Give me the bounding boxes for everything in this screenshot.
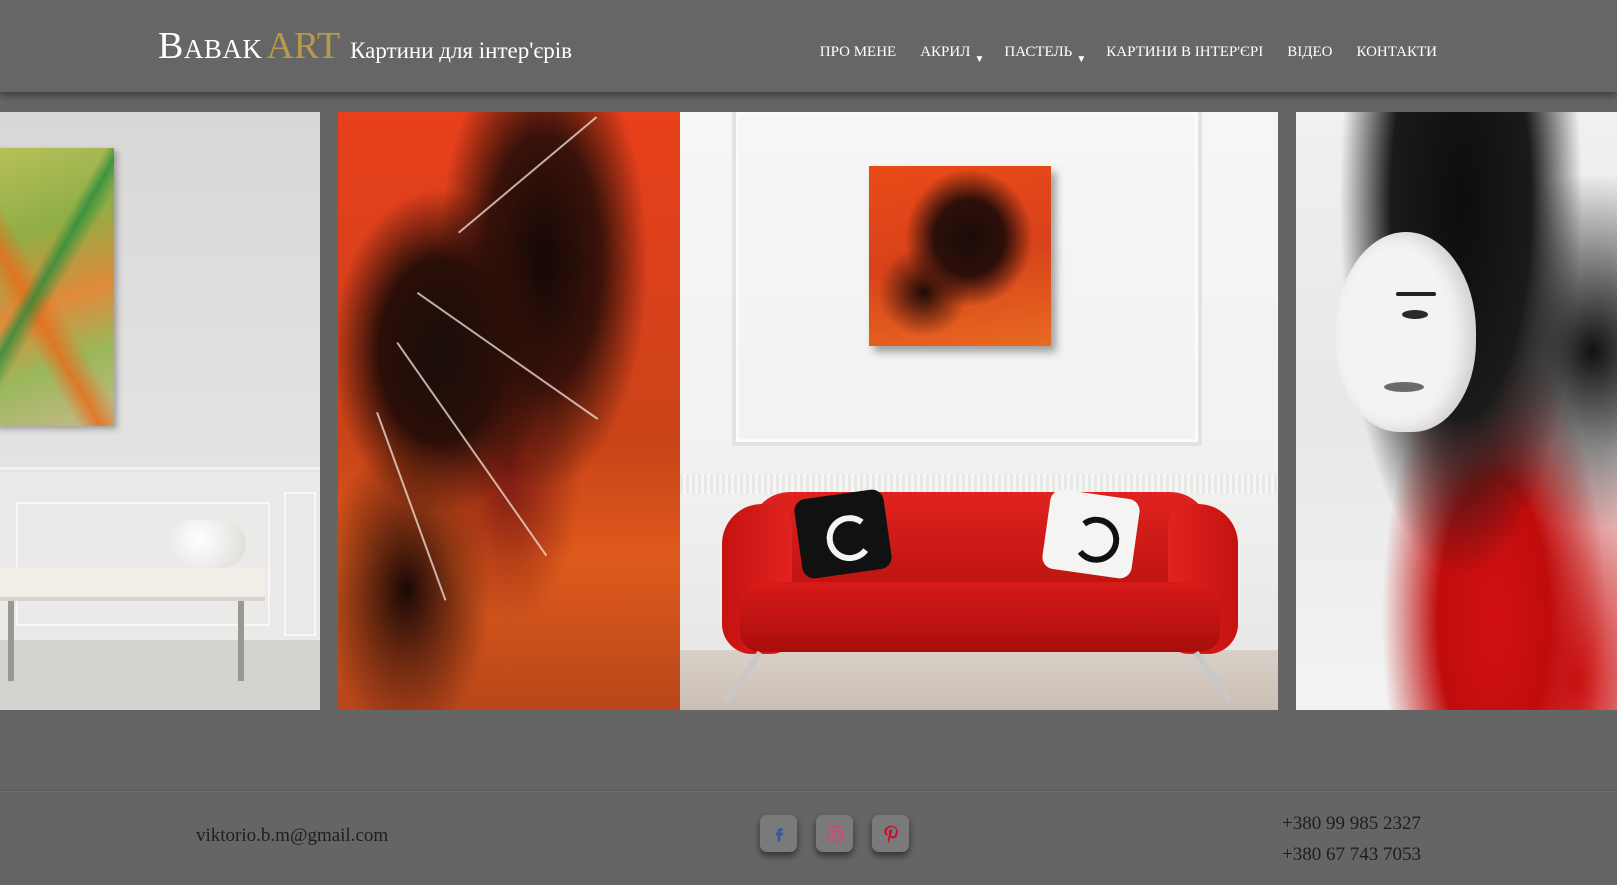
dropdown-caret-icon: ▼ (1076, 54, 1087, 65)
slide-woman-portrait[interactable] (1296, 112, 1617, 710)
main-nav: ПРО МЕНЕ АКРИЛ ▼ ПАСТЕЛЬ ▼ КАРТИНИ В ІНТ… (796, 44, 1437, 65)
paint-streak (458, 116, 598, 234)
wall-molding (0, 467, 320, 470)
instagram-icon (826, 825, 843, 842)
portrait-eye (1402, 310, 1428, 319)
slide-butterfly-painting[interactable] (338, 112, 680, 710)
bench-leg (238, 601, 244, 681)
pinterest-icon (883, 825, 898, 843)
bolster-pillow (168, 520, 246, 568)
wainscoting-panel (284, 492, 316, 636)
nav-item-pastel[interactable]: ПАСТЕЛЬ ▼ (1004, 44, 1086, 65)
sofa-seat (740, 582, 1220, 652)
wainscoting (0, 472, 320, 640)
instagram-button[interactable] (816, 815, 853, 852)
dropdown-caret-icon: ▼ (974, 54, 985, 65)
nav-item-about[interactable]: ПРО МЕНЕ (820, 44, 896, 61)
slide-red-sofa-interior[interactable] (680, 112, 1278, 710)
nav-item-contacts[interactable]: КОНТАКТИ (1356, 44, 1437, 61)
butterfly-painting-small (869, 166, 1051, 346)
paint-streak (416, 292, 599, 420)
site-logo[interactable]: Babak ART Картини для інтер'єрів (158, 24, 572, 68)
facebook-icon (775, 827, 783, 841)
abstract-painting (0, 148, 114, 426)
radiator (680, 474, 1278, 494)
logo-art: ART (266, 25, 341, 67)
nav-item-video[interactable]: ВІДЕО (1287, 44, 1332, 61)
portrait-face (1336, 232, 1476, 432)
bench (0, 567, 265, 601)
portrait-brow (1396, 292, 1436, 296)
facebook-button[interactable] (760, 815, 797, 852)
phone-number[interactable]: +380 67 743 7053 (1282, 839, 1421, 870)
footer-divider (0, 790, 1617, 791)
portrait-lips (1384, 382, 1424, 392)
cushion-black (792, 488, 894, 580)
nav-item-acrylic-label: АКРИЛ (920, 44, 971, 60)
floor (0, 640, 320, 710)
image-slider[interactable] (0, 112, 1617, 710)
nav-item-acrylic[interactable]: АКРИЛ ▼ (920, 44, 984, 65)
floor (680, 650, 1278, 710)
site-header: Babak ART Картини для інтер'єрів ПРО МЕН… (0, 0, 1617, 92)
cushion-white (1040, 488, 1142, 580)
bench-leg (8, 601, 14, 681)
pinterest-button[interactable] (872, 815, 909, 852)
social-links (760, 815, 928, 852)
site-tagline: Картини для інтер'єрів (350, 38, 572, 63)
paint-streak (376, 412, 447, 601)
footer-phones: +380 99 985 2327 +380 67 743 7053 (1282, 808, 1421, 870)
footer-email[interactable]: viktorio.b.m@gmail.com (196, 825, 388, 847)
logo-babak: Babak (158, 25, 263, 67)
slide-abstract-interior[interactable] (0, 112, 320, 710)
nav-item-pastel-label: ПАСТЕЛЬ (1004, 44, 1073, 60)
phone-number[interactable]: +380 99 985 2327 (1282, 808, 1421, 839)
nav-item-interior[interactable]: КАРТИНИ В ІНТЕР'ЄРІ (1106, 44, 1263, 61)
